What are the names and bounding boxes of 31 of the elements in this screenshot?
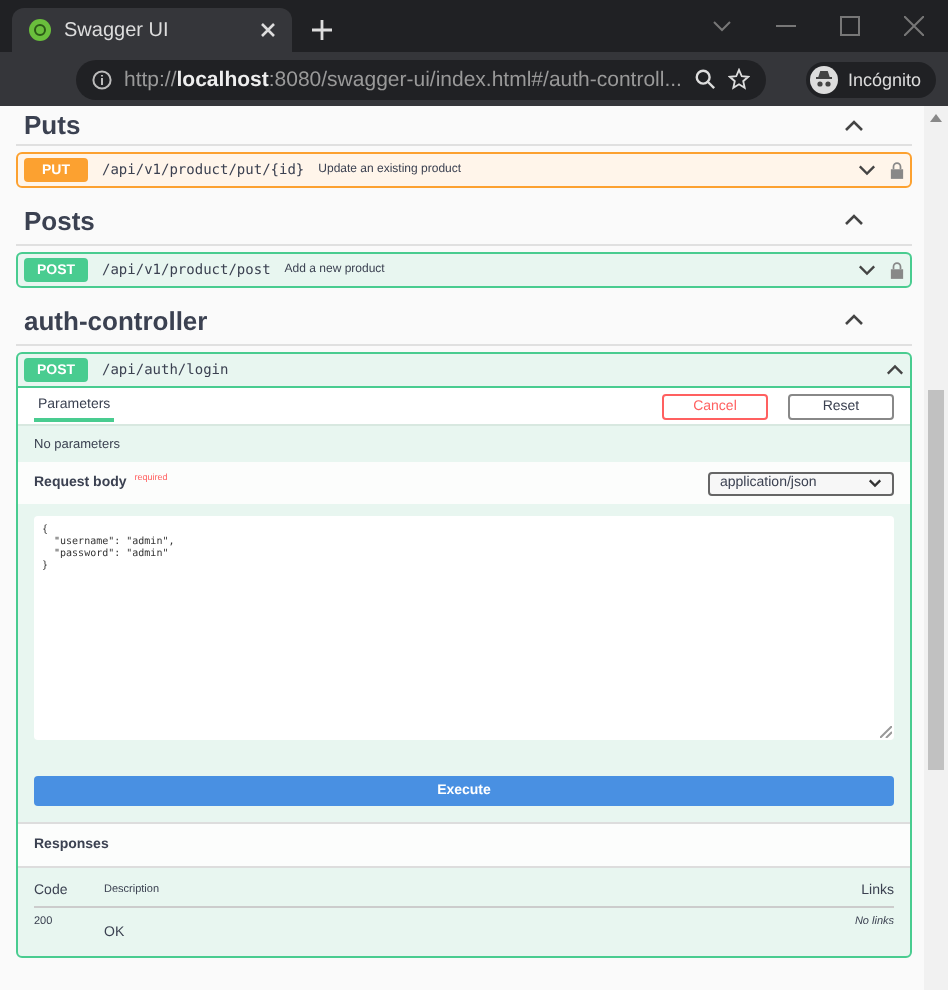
section-title[interactable]: Posts <box>24 205 95 235</box>
scroll-up-icon[interactable] <box>930 114 942 122</box>
star-icon[interactable] <box>727 68 750 90</box>
incognito-icon <box>809 65 838 93</box>
new-tab-icon[interactable] <box>312 20 332 40</box>
tab-title: Swagger UI <box>64 19 171 41</box>
globe-icon <box>28 18 52 42</box>
profile-button[interactable]: Incógnito <box>805 61 936 97</box>
scrollbar[interactable] <box>924 106 948 990</box>
section-title[interactable]: Puts <box>24 110 81 140</box>
scrollbar-thumb[interactable] <box>928 390 944 770</box>
chevron-icon[interactable] <box>844 314 864 326</box>
chevron-icon[interactable] <box>858 164 876 176</box>
lock-icon[interactable] <box>890 261 904 279</box>
chevron-icon[interactable] <box>844 119 864 131</box>
resize-handle-icon[interactable] <box>880 726 892 738</box>
url-text: http://localhost:8080/swagger-ui/index.html#/auth-controll... <box>124 67 682 91</box>
browser-tab[interactable]: Swagger UI <box>12 8 292 52</box>
section-title[interactable]: auth-controller <box>24 305 208 335</box>
chevron-icon[interactable] <box>844 214 864 226</box>
minimize-icon[interactable] <box>776 24 796 28</box>
maximize-icon[interactable] <box>840 16 860 36</box>
caret-icon <box>868 478 882 488</box>
chevron-icon[interactable] <box>886 364 904 376</box>
search-icon[interactable] <box>693 68 716 90</box>
dropdown-icon[interactable] <box>712 20 732 32</box>
address-bar[interactable]: http://localhost:8080/swagger-ui/index.html#/auth-controll... <box>76 59 766 99</box>
close-icon[interactable] <box>904 16 924 36</box>
chevron-icon[interactable] <box>858 264 876 276</box>
lock-icon[interactable] <box>890 161 904 179</box>
info-icon[interactable] <box>92 69 112 89</box>
